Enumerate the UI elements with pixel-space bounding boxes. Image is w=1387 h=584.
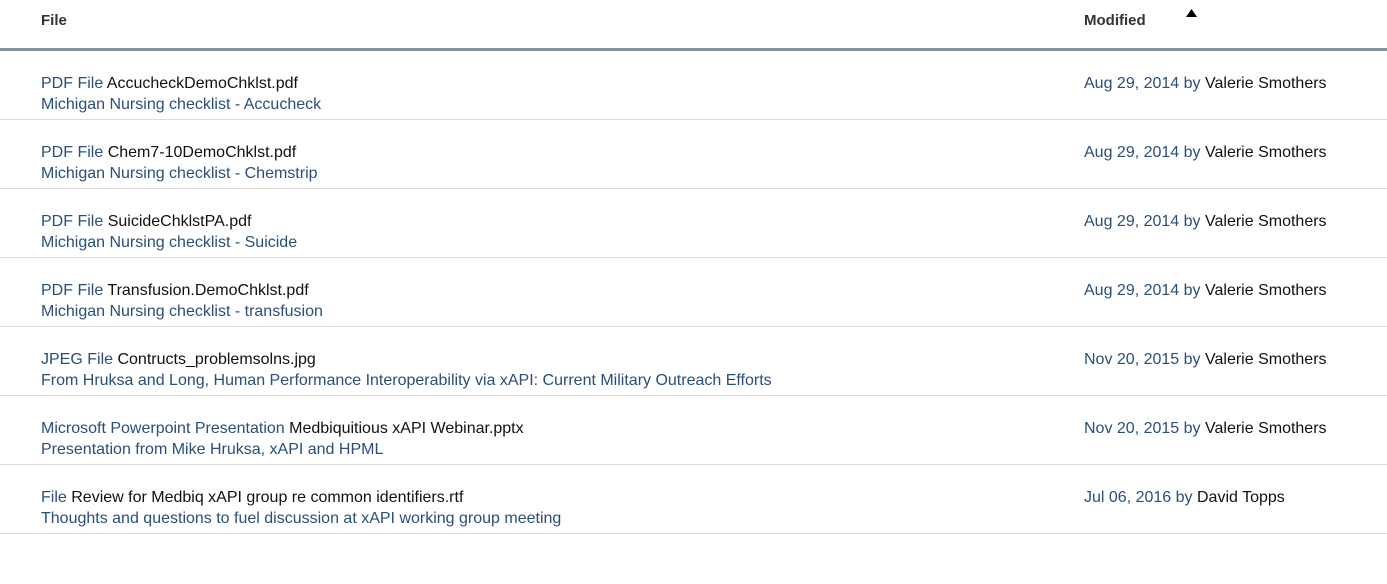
table-body: PDF File AccucheckDemoChklst.pdf Michiga… bbox=[0, 51, 1387, 534]
file-type-link[interactable]: PDF File bbox=[41, 282, 103, 299]
file-name: AccucheckDemoChklst.pdf bbox=[106, 75, 298, 92]
file-cell: PDF File AccucheckDemoChklst.pdf Michiga… bbox=[41, 73, 321, 115]
file-description-link[interactable]: Michigan Nursing checklist - Accucheck bbox=[41, 96, 321, 113]
file-cell: PDF File SuicideChklstPA.pdf Michigan Nu… bbox=[41, 211, 297, 253]
file-type-link[interactable]: File bbox=[41, 489, 67, 506]
modified-date-link[interactable]: Nov 20, 2015 bbox=[1084, 420, 1179, 437]
author-name: Valerie Smothers bbox=[1205, 144, 1327, 161]
table-row: PDF File Chem7-10DemoChklst.pdf Michigan… bbox=[0, 120, 1387, 189]
file-cell: File Review for Medbiq xAPI group re com… bbox=[41, 487, 561, 529]
table-row: PDF File SuicideChklstPA.pdf Michigan Nu… bbox=[0, 189, 1387, 258]
column-header-modified[interactable]: Modified bbox=[1084, 12, 1146, 29]
file-cell: PDF File Transfusion.DemoChklst.pdf Mich… bbox=[41, 280, 323, 322]
file-type-link[interactable]: JPEG File bbox=[41, 351, 113, 368]
table-row: PDF File Transfusion.DemoChklst.pdf Mich… bbox=[0, 258, 1387, 327]
author-name: Valerie Smothers bbox=[1205, 282, 1327, 299]
modified-by-label: by bbox=[1183, 75, 1201, 92]
file-name: SuicideChklstPA.pdf bbox=[107, 213, 252, 230]
modified-date-link[interactable]: Nov 20, 2015 bbox=[1084, 351, 1179, 368]
modified-cell: Aug 29, 2014 by Valerie Smothers bbox=[1084, 211, 1344, 232]
modified-by-label: by bbox=[1183, 213, 1201, 230]
file-cell: PDF File Chem7-10DemoChklst.pdf Michigan… bbox=[41, 142, 318, 184]
file-name: Contructs_problemsolns.jpg bbox=[117, 351, 316, 368]
modified-date-link[interactable]: Aug 29, 2014 bbox=[1084, 213, 1179, 230]
modified-by-label: by bbox=[1183, 420, 1201, 437]
sort-ascending-icon[interactable] bbox=[1186, 9, 1197, 17]
table-row: File Review for Medbiq xAPI group re com… bbox=[0, 465, 1387, 534]
modified-date-link[interactable]: Jul 06, 2016 bbox=[1084, 489, 1171, 506]
modified-by-label: by bbox=[1183, 144, 1201, 161]
modified-date-link[interactable]: Aug 29, 2014 bbox=[1084, 144, 1179, 161]
column-header-file[interactable]: File bbox=[41, 12, 67, 29]
file-type-link[interactable]: PDF File bbox=[41, 213, 103, 230]
author-name: Valerie Smothers bbox=[1205, 75, 1327, 92]
modified-date-link[interactable]: Aug 29, 2014 bbox=[1084, 282, 1179, 299]
file-description-link[interactable]: Michigan Nursing checklist - Chemstrip bbox=[41, 165, 318, 182]
modified-cell: Aug 29, 2014 by Valerie Smothers bbox=[1084, 142, 1344, 163]
author-name: David Topps bbox=[1197, 489, 1285, 506]
file-name: Medbiquitious xAPI Webinar.pptx bbox=[289, 420, 524, 437]
table-row: JPEG File Contructs_problemsolns.jpg Fro… bbox=[0, 327, 1387, 396]
modified-cell: Nov 20, 2015 by Valerie Smothers bbox=[1084, 349, 1344, 370]
table-row: Microsoft Powerpoint Presentation Medbiq… bbox=[0, 396, 1387, 465]
file-description-link[interactable]: From Hruksa and Long, Human Performance … bbox=[41, 372, 772, 389]
modified-cell: Jul 06, 2016 by David Topps bbox=[1084, 487, 1344, 508]
file-type-link[interactable]: PDF File bbox=[41, 75, 103, 92]
author-name: Valerie Smothers bbox=[1205, 420, 1327, 437]
modified-by-label: by bbox=[1175, 489, 1193, 506]
table-header: File Modified bbox=[0, 0, 1387, 51]
file-description-link[interactable]: Thoughts and questions to fuel discussio… bbox=[41, 510, 561, 527]
file-name: Chem7-10DemoChklst.pdf bbox=[107, 144, 297, 161]
file-description-link[interactable]: Michigan Nursing checklist - Suicide bbox=[41, 234, 297, 251]
file-name: Transfusion.DemoChklst.pdf bbox=[107, 282, 309, 299]
file-description-link[interactable]: Presentation from Mike Hruksa, xAPI and … bbox=[41, 441, 383, 458]
author-name: Valerie Smothers bbox=[1205, 213, 1327, 230]
file-type-link[interactable]: PDF File bbox=[41, 144, 103, 161]
attachments-table: File Modified PDF File AccucheckDemoChkl… bbox=[0, 0, 1387, 534]
modified-cell: Aug 29, 2014 by Valerie Smothers bbox=[1084, 73, 1344, 94]
table-row: PDF File AccucheckDemoChklst.pdf Michiga… bbox=[0, 51, 1387, 120]
modified-date-link[interactable]: Aug 29, 2014 bbox=[1084, 75, 1179, 92]
file-type-link[interactable]: Microsoft Powerpoint Presentation bbox=[41, 420, 285, 437]
file-name: Review for Medbiq xAPI group re common i… bbox=[71, 489, 464, 506]
author-name: Valerie Smothers bbox=[1205, 351, 1327, 368]
modified-by-label: by bbox=[1183, 351, 1201, 368]
modified-by-label: by bbox=[1183, 282, 1201, 299]
file-cell: Microsoft Powerpoint Presentation Medbiq… bbox=[41, 418, 524, 460]
modified-cell: Aug 29, 2014 by Valerie Smothers bbox=[1084, 280, 1344, 301]
file-description-link[interactable]: Michigan Nursing checklist - transfusion bbox=[41, 303, 323, 320]
file-cell: JPEG File Contructs_problemsolns.jpg Fro… bbox=[41, 349, 772, 391]
modified-cell: Nov 20, 2015 by Valerie Smothers bbox=[1084, 418, 1344, 439]
